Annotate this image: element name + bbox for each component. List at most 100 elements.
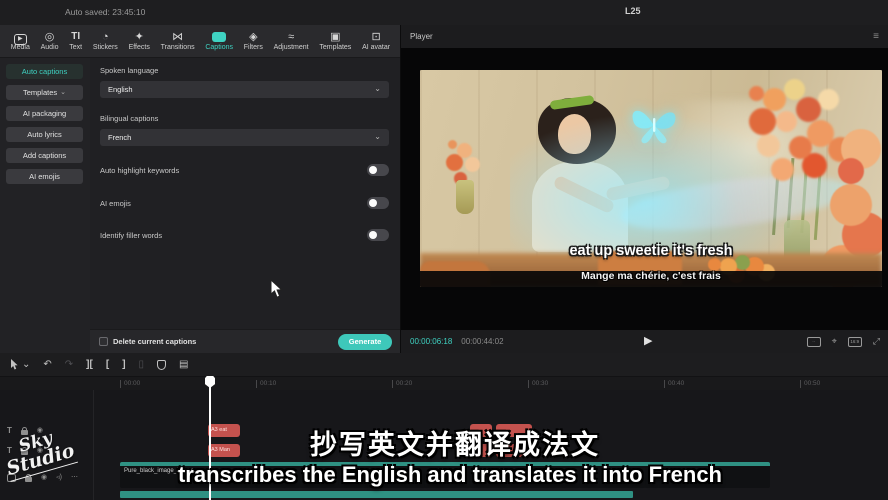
sidebar-item-auto-captions[interactable]: Auto captions: [6, 64, 83, 79]
identify-filler-words-toggle[interactable]: [367, 229, 389, 241]
toolbar-text[interactable]: TI Text: [69, 31, 82, 51]
player-panel: Player ≡: [401, 25, 888, 353]
session-label: L25: [625, 6, 641, 16]
stickers-icon: ◔: [102, 31, 109, 43]
play-button[interactable]: ▶: [644, 334, 652, 347]
toolbar-label: Media: [11, 44, 30, 51]
chevron-down-icon: ⌄: [60, 88, 66, 96]
toolbar-captions[interactable]: Captions: [205, 31, 233, 51]
sidebar-item-label: Templates: [23, 88, 57, 97]
adjustment-icon: ≈: [288, 31, 294, 43]
scene-flowers-right: [749, 86, 764, 101]
ruler-tick: 00:50: [800, 380, 820, 388]
extract-icon[interactable]: ▤: [179, 360, 188, 370]
sidebar-item-add-captions[interactable]: Add captions: [6, 148, 83, 163]
mouse-cursor-icon: [270, 279, 284, 304]
spoken-language-select[interactable]: English ⌄: [100, 81, 389, 98]
auto-highlight-keywords-toggle[interactable]: [367, 164, 389, 176]
toolbar-audio[interactable]: ◎ Audio: [41, 31, 59, 51]
templates-icon: ▣: [330, 31, 340, 43]
spoken-language-label: Spoken language: [100, 66, 389, 75]
media-toolbar: ▶ Media ◎ Audio TI Text ◔ Stickers ✦ Eff…: [0, 25, 401, 58]
ai-avatar-icon: ⊡: [371, 31, 380, 43]
sidebar-item-label: Auto lyrics: [27, 130, 62, 139]
bilingual-captions-select[interactable]: French ⌄: [100, 129, 389, 146]
chevron-down-icon: ⌄: [374, 132, 381, 141]
toolbar-label: Stickers: [93, 44, 118, 51]
sidebar-item-templates[interactable]: Templates ⌄: [6, 85, 83, 100]
toolbar-stickers[interactable]: ◔ Stickers: [93, 31, 118, 51]
captions-footer: Delete current captions Generate: [90, 329, 401, 353]
tutorial-subtitle-english: transcribes the English and translates i…: [60, 462, 840, 488]
captions-sidebar: Auto captions Templates ⌄ AI packaging A…: [0, 58, 90, 353]
fullscreen-icon[interactable]: ⤢: [873, 336, 880, 347]
player-menu-icon[interactable]: ≡: [873, 31, 879, 42]
preview-quality-icon[interactable]: ··: [807, 337, 821, 347]
spoken-language-value: English: [108, 85, 133, 94]
sidebar-item-ai-packaging[interactable]: AI packaging: [6, 106, 83, 121]
delete-icon[interactable]: ▯: [139, 360, 145, 370]
scene-vase-left: [456, 180, 474, 214]
toolbar-label: AI avatar: [362, 44, 390, 51]
toolbar-label: Text: [69, 44, 82, 51]
total-timecode: 00:00:44:02: [461, 337, 503, 346]
mask-icon[interactable]: [157, 360, 166, 370]
title-bar: Auto saved: 23:45:10 L25: [0, 0, 888, 25]
capcut-app: Auto saved: 23:45:10 L25 ▶ Media ◎ Audio…: [0, 0, 888, 500]
video-area: eat up sweetie it's fresh Mange ma chéri…: [401, 48, 888, 355]
filters-icon: ◈: [249, 31, 257, 43]
toolbar-templates[interactable]: ▣ Templates: [319, 31, 351, 51]
timeline-ruler[interactable]: 00:00 00:10 00:20 00:30 00:40 00:50: [0, 377, 888, 390]
generate-button[interactable]: Generate: [338, 334, 392, 350]
snapshot-icon[interactable]: ⌖: [832, 336, 837, 347]
select-tool[interactable]: ⌄: [10, 359, 30, 370]
sidebar-item-ai-emojis[interactable]: AI emojis: [6, 169, 83, 184]
delete-captions-checkbox[interactable]: [99, 337, 108, 346]
ruler-tick: 00:00: [120, 380, 140, 388]
ratio-icon[interactable]: 16:9: [848, 337, 862, 347]
split-icon[interactable]: ][: [86, 360, 93, 370]
redo-icon[interactable]: ↷: [65, 360, 73, 370]
toolbar-label: Effects: [129, 44, 150, 51]
player-controls: 00:00:06:18 00:00:44:02 ▶ ·· ⌖ 16:9 ⤢: [401, 330, 888, 353]
toolbar-label: Filters: [244, 44, 263, 51]
toolbar-adjustment[interactable]: ≈ Adjustment: [274, 31, 309, 51]
sidebar-item-label: Auto captions: [22, 67, 67, 76]
auto-highlight-keywords-label: Auto highlight keywords: [100, 166, 179, 175]
sidebar-item-auto-lyrics[interactable]: Auto lyrics: [6, 127, 83, 142]
captions-settings: Spoken language English ⌄ Bilingual capt…: [90, 58, 401, 353]
text-track-icon: T: [7, 427, 12, 435]
player-header: Player ≡: [401, 25, 888, 48]
lock-icon[interactable]: [25, 477, 32, 482]
ai-emojis-toggle[interactable]: [367, 197, 389, 209]
toolbar-label: Transitions: [161, 44, 195, 51]
ruler-tick: 00:20: [392, 380, 412, 388]
bilingual-captions-label: Bilingual captions: [100, 114, 389, 123]
text-icon: TI: [71, 31, 80, 43]
video-preview[interactable]: eat up sweetie it's fresh Mange ma chéri…: [420, 70, 882, 287]
transitions-icon: ⋈: [172, 31, 183, 43]
toolbar-effects[interactable]: ✦ Effects: [129, 31, 150, 51]
ruler-tick: 00:40: [664, 380, 684, 388]
video-caption-primary: eat up sweetie it's fresh: [420, 243, 882, 259]
autosave-status: Auto saved: 23:45:10: [65, 7, 145, 17]
toggle-row: Auto highlight keywords: [100, 164, 389, 176]
sidebar-item-label: Add captions: [23, 151, 66, 160]
delete-captions-option[interactable]: Delete current captions: [99, 337, 196, 346]
audio-clip[interactable]: [120, 491, 633, 498]
delete-right-icon[interactable]: ]: [122, 360, 125, 370]
delete-left-icon[interactable]: [: [106, 360, 109, 370]
sidebar-item-label: AI emojis: [29, 172, 60, 181]
toolbar-media[interactable]: ▶ Media: [11, 31, 30, 51]
media-icon: ▶: [14, 31, 27, 43]
captions-icon: [212, 31, 226, 43]
eye-icon[interactable]: ◉: [41, 474, 47, 482]
toolbar-label: Audio: [41, 44, 59, 51]
chevron-down-icon: ⌄: [22, 360, 30, 370]
undo-icon[interactable]: ↶: [43, 360, 51, 370]
toolbar-ai-avatar[interactable]: ⊡ AI avatar: [362, 31, 390, 51]
toolbar-transitions[interactable]: ⋈ Transitions: [161, 31, 195, 51]
toolbar-filters[interactable]: ◈ Filters: [244, 31, 263, 51]
player-control-icons: ·· ⌖ 16:9 ⤢: [807, 330, 880, 353]
tutorial-subtitle-chinese: 抄写英文并翻译成法文: [170, 423, 740, 462]
